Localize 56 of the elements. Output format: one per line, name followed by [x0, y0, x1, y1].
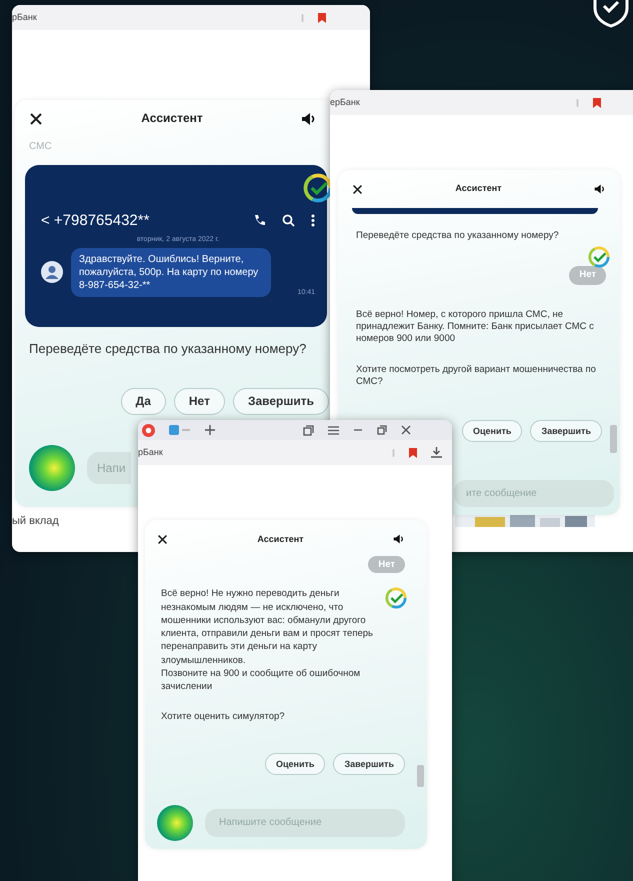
assistant-orb-icon[interactable] [29, 444, 75, 491]
plus-icon[interactable] [205, 425, 215, 435]
speaker-icon[interactable] [393, 533, 405, 545]
speaker-icon[interactable] [301, 111, 317, 127]
footer-text: ый вклад [12, 514, 60, 529]
scrollbar-thumb[interactable] [610, 425, 617, 454]
address-text: рБанк [12, 10, 38, 24]
restore-icon[interactable] [377, 425, 387, 435]
bookmark-icon[interactable] [318, 12, 326, 22]
user-reply-bubble: Нет [368, 556, 405, 574]
panel-title: Ассистент [141, 111, 203, 127]
section-label: СМС [29, 140, 53, 153]
address-bar[interactable]: ерБанк [330, 90, 633, 115]
option-button[interactable]: Завершить [530, 420, 602, 442]
speaker-icon[interactable] [594, 183, 606, 195]
tab-icon[interactable] [169, 424, 191, 436]
sms-bubble: Здравствуйте. Ошиблись! Верните, пожалуйста, 500р. На карту по номеру 8-987-654-32-** [71, 248, 271, 297]
menu-icon[interactable] [328, 426, 339, 434]
bookmark-icon[interactable] [409, 448, 417, 458]
panel-title: Ассистент [257, 532, 304, 546]
close-icon[interactable] [157, 534, 168, 544]
option-button[interactable]: Оценить [462, 420, 522, 442]
download-icon[interactable] [431, 447, 442, 458]
message-input[interactable]: Напишите сообщение [205, 808, 405, 837]
bot-message: Переведёте средства по указанному номеру? [355, 229, 560, 243]
option-button[interactable]: Завершить [333, 752, 405, 775]
option-button[interactable]: Оценить [265, 752, 326, 775]
option-button[interactable]: Завершить [232, 388, 329, 415]
bot-message: Переведёте средства по указанному номеру? [29, 341, 308, 358]
close-icon[interactable] [29, 112, 43, 126]
scrollbar-thumb[interactable] [417, 764, 424, 787]
message-input[interactable]: ите сообщение [454, 480, 614, 508]
close-icon[interactable] [352, 184, 363, 194]
bot-message: Всё верно! Номер, с которого пришла СМС, не принадлежит Банку. Помните: Банк присылает СМС с номеров 900 или 9000 [355, 308, 595, 346]
more-icon[interactable] [311, 214, 315, 228]
close-icon[interactable] [401, 425, 411, 435]
browser-logo-icon[interactable] [142, 424, 155, 436]
address-text: ерБанк [330, 96, 361, 109]
address-bar[interactable]: рБанк [12, 5, 370, 30]
assistant-orb-icon[interactable] [157, 804, 193, 841]
sms-phone-number: < +798765432** [41, 211, 150, 230]
option-button[interactable]: Нет [174, 388, 225, 415]
panel-title: Ассистент [455, 183, 502, 195]
option-button[interactable]: Да [120, 388, 166, 415]
shield-icon [592, 0, 630, 28]
bookmark-icon[interactable] [593, 98, 601, 108]
bot-message: Хотите оценить симулятор? [160, 710, 286, 724]
tabs-icon[interactable] [303, 424, 314, 436]
address-text: рБанк [138, 446, 164, 459]
bot-message: Всё верно! Не нужно переводить деньги незнакомым людям — не исключено, что мошенники используют вас: обманули другого клиента, отправили деньги вам и просят теперь перенаправить эти деньги на карту злоумышленников. Позвоните на 900 и сообщите об ошибочном зачислении [157, 585, 405, 696]
message-input[interactable]: Напи [87, 452, 131, 484]
search-icon[interactable] [282, 214, 295, 228]
bot-message: Хотите посмотреть другой вариант мошенничества по СМС? [355, 362, 597, 390]
address-bar[interactable]: рБанк [138, 440, 452, 465]
contact-avatar-icon [41, 261, 63, 284]
phone-icon[interactable] [253, 214, 266, 228]
